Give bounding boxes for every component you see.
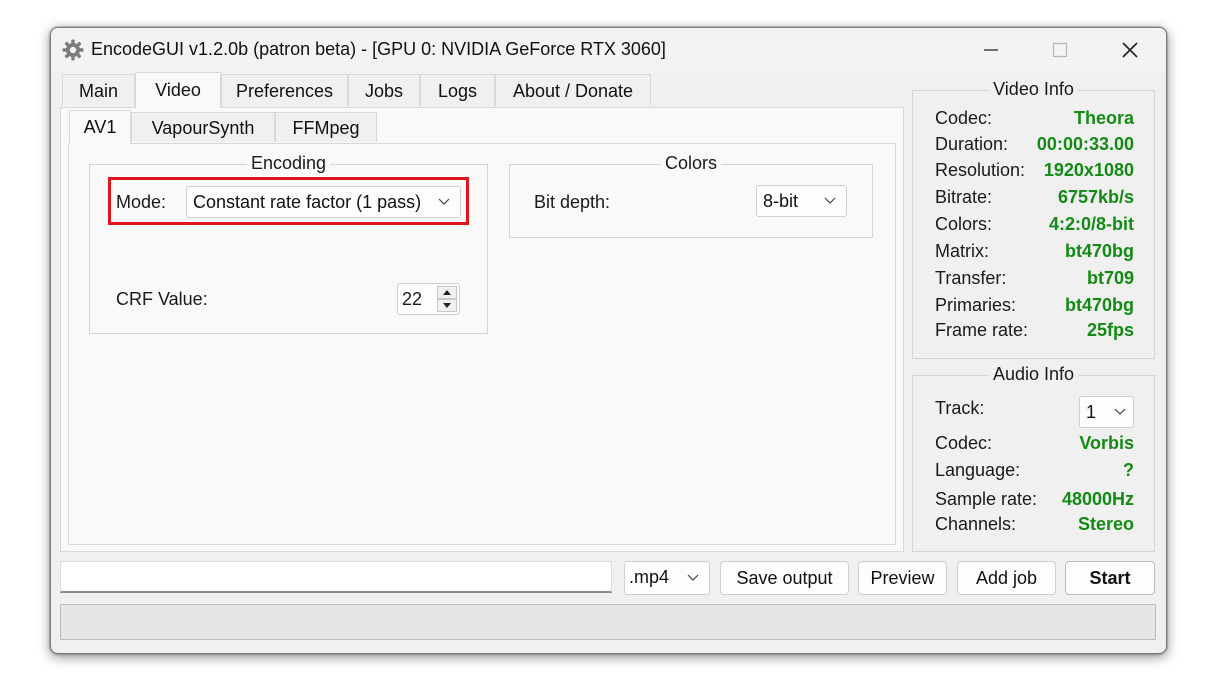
colors-group-title: Colors xyxy=(660,153,721,173)
info-row: Primaries: bt470bg xyxy=(935,295,1134,319)
info-value: 48000Hz xyxy=(1061,489,1134,509)
info-value: ? xyxy=(1123,460,1134,480)
preview-button[interactable]: Preview xyxy=(858,561,947,595)
crf-label: CRF Value: xyxy=(116,289,208,309)
track-value: 1 xyxy=(1086,402,1097,422)
caret-up-icon xyxy=(443,290,451,295)
info-value: Vorbis xyxy=(1079,433,1134,453)
tab-jobs[interactable]: Jobs xyxy=(348,74,420,106)
av1-panel: Encoding Mode: Constant rate factor (1 p… xyxy=(68,143,896,545)
info-key: Codec: xyxy=(935,433,993,453)
info-value: 6757kb/s xyxy=(1057,187,1134,207)
crf-stepper[interactable]: 22 xyxy=(397,283,460,315)
info-row: Duration: 00:00:33.00 xyxy=(935,134,1134,158)
info-value: Theora xyxy=(1073,108,1134,128)
info-row: Sample rate: 48000Hz xyxy=(935,489,1134,513)
progress-bar xyxy=(60,604,1156,640)
info-row: Codec: Vorbis xyxy=(935,433,1134,457)
bit-depth-value: 8-bit xyxy=(763,191,799,211)
crf-decrement-button[interactable] xyxy=(437,299,457,312)
bit-depth-select[interactable]: 8-bit xyxy=(756,185,847,217)
tab-ffmpeg[interactable]: FFMpeg xyxy=(275,112,377,142)
tab-logs[interactable]: Logs xyxy=(420,74,495,106)
tab-vapoursynth[interactable]: VapourSynth xyxy=(131,112,275,142)
info-value: 25fps xyxy=(1086,320,1134,340)
info-row: Matrix: bt470bg xyxy=(935,241,1134,265)
info-key: Codec: xyxy=(935,108,993,128)
gear-icon xyxy=(62,39,84,61)
tab-about-donate[interactable]: About / Donate xyxy=(495,74,651,106)
video-info-title: Video Info xyxy=(989,79,1078,99)
encoding-group-title: Encoding xyxy=(246,153,331,173)
info-value: bt709 xyxy=(1086,268,1134,288)
video-info-group: Video Info Codec: Theora Duration: 00:00:33… xyxy=(912,79,1155,359)
title-bar: EncodeGUI v1.2.0b (patron beta) - [GPU 0… xyxy=(51,28,1166,72)
chevron-down-icon xyxy=(687,574,699,581)
info-key: Resolution: xyxy=(935,160,1026,180)
info-row: Codec: Theora xyxy=(935,108,1134,132)
add-job-button[interactable]: Add job xyxy=(957,561,1056,595)
track-select[interactable]: 1 xyxy=(1079,396,1134,428)
maximize-icon xyxy=(1052,42,1068,58)
encoding-group: Encoding Mode: Constant rate factor (1 p… xyxy=(89,153,488,334)
info-row: Frame rate: 25fps xyxy=(935,320,1134,344)
colors-group: Colors Bit depth: 8-bit xyxy=(509,153,873,238)
info-value: bt470bg xyxy=(1064,295,1134,315)
tab-preferences[interactable]: Preferences xyxy=(221,74,348,106)
info-row: Language:? xyxy=(935,460,1134,484)
info-key: Duration: xyxy=(935,134,1009,154)
crf-increment-button[interactable] xyxy=(437,286,457,299)
chevron-down-icon xyxy=(1114,408,1126,415)
output-path-input[interactable] xyxy=(60,561,612,593)
caret-down-icon xyxy=(443,303,451,308)
info-value: 4:2:0/8-bit xyxy=(1048,214,1134,234)
info-key: Frame rate: xyxy=(935,320,1029,340)
info-row: Resolution: 1920x1080 xyxy=(935,160,1134,184)
crf-value: 22 xyxy=(402,289,423,309)
info-key: Colors: xyxy=(935,214,993,234)
info-row: Bitrate: 6757kb/s xyxy=(935,187,1134,211)
container-value: .mp4 xyxy=(629,567,670,587)
minimize-button[interactable] xyxy=(968,28,1014,72)
info-row: Channels: Stereo xyxy=(935,514,1134,538)
info-key: Bitrate: xyxy=(935,187,993,207)
info-value: Stereo xyxy=(1077,514,1134,534)
chevron-down-icon xyxy=(824,197,836,204)
save-output-button[interactable]: Save output xyxy=(720,561,849,595)
app-window: EncodeGUI v1.2.0b (patron beta) - [GPU 0… xyxy=(50,27,1167,654)
bit-depth-label: Bit depth: xyxy=(534,192,611,212)
info-value: 1920x1080 xyxy=(1043,160,1134,180)
window-title: EncodeGUI v1.2.0b (patron beta) - [GPU 0… xyxy=(91,39,666,59)
info-key: Primaries: xyxy=(935,295,1017,315)
info-value: bt470bg xyxy=(1064,241,1134,261)
mode-highlight-box xyxy=(108,177,469,225)
maximize-button[interactable] xyxy=(1037,28,1083,72)
info-row: Transfer: bt709 xyxy=(935,268,1134,292)
info-key: Sample rate: xyxy=(935,489,1038,509)
minimize-icon xyxy=(984,49,998,51)
container-select[interactable]: .mp4 xyxy=(624,561,710,595)
track-label: Track: xyxy=(935,398,985,418)
tab-video[interactable]: Video xyxy=(135,72,221,108)
info-key: Language: xyxy=(935,460,1021,480)
audio-info-group: Audio Info Track: 1 Codec: Vorbis Language… xyxy=(912,364,1155,552)
video-tab-panel: AV1 VapourSynth FFMpeg Encoding Mode: Co… xyxy=(60,107,904,552)
info-key: Channels: xyxy=(935,514,1017,534)
tab-main[interactable]: Main xyxy=(62,74,135,106)
info-key: Matrix: xyxy=(935,241,989,261)
start-button[interactable]: Start xyxy=(1065,561,1155,595)
info-value: 00:00:33.00 xyxy=(1036,134,1134,154)
close-button[interactable] xyxy=(1107,28,1153,72)
audio-info-title: Audio Info xyxy=(988,364,1079,384)
info-row: Colors: 4:2:0/8-bit xyxy=(935,214,1134,238)
close-icon xyxy=(1122,42,1138,58)
info-key: Transfer: xyxy=(935,268,1007,288)
tab-av1[interactable]: AV1 xyxy=(69,110,131,144)
